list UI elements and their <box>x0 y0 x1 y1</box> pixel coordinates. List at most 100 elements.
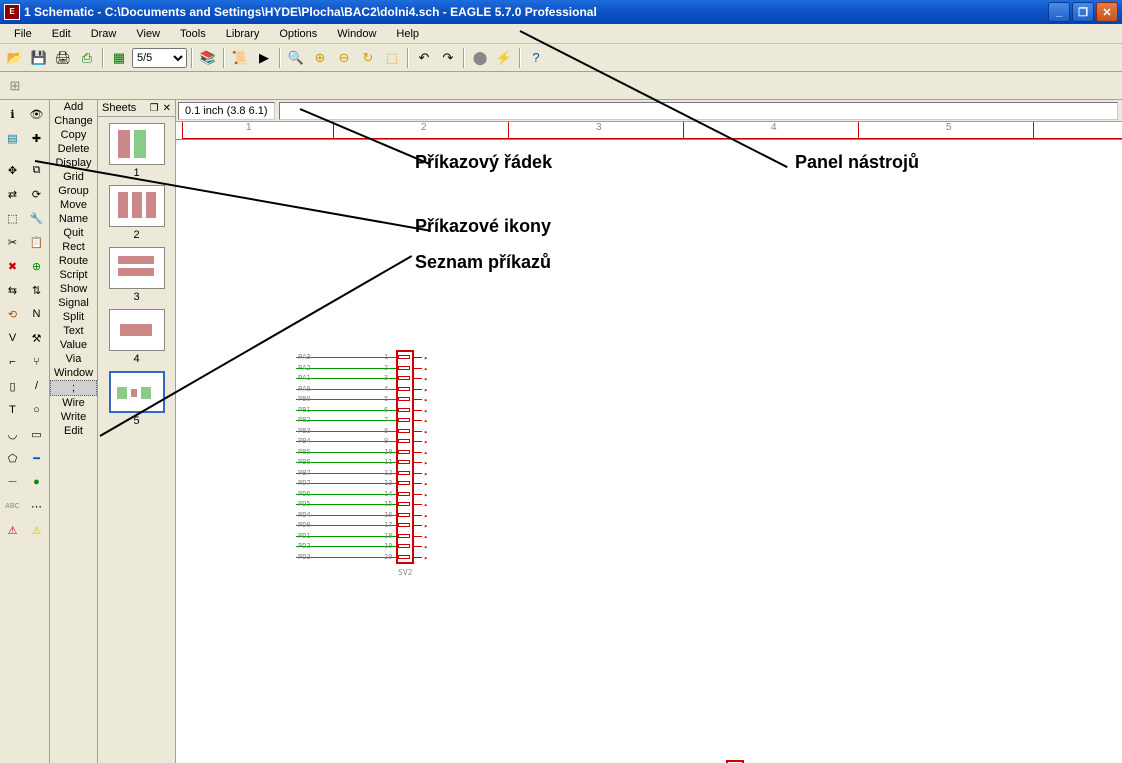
wire-icon[interactable]: / <box>26 375 48 397</box>
mirror-icon[interactable]: ⇄ <box>2 183 24 205</box>
rotate-icon[interactable]: ⟳ <box>26 183 48 205</box>
sheets-undock-icon[interactable]: ❐ <box>150 103 159 114</box>
split-icon[interactable]: ⑂ <box>26 351 48 373</box>
cmd-group[interactable]: Group <box>50 184 97 198</box>
menu-view[interactable]: View <box>126 26 170 42</box>
change-icon[interactable]: 🔧 <box>26 207 48 229</box>
sheets-close-icon[interactable]: ✕ <box>163 103 171 114</box>
info-icon[interactable]: ℹ <box>2 103 24 125</box>
cmd-change[interactable]: Change <box>50 114 97 128</box>
move-icon[interactable]: ✥ <box>2 159 24 181</box>
menu-help[interactable]: Help <box>386 26 429 42</box>
grid-toggle-icon[interactable]: ⊞ <box>4 75 26 97</box>
menu-options[interactable]: Options <box>269 26 327 42</box>
cut-icon[interactable]: ✂ <box>2 231 24 253</box>
cmd-split[interactable]: Split <box>50 310 97 324</box>
arc-icon[interactable]: ◡ <box>2 423 24 445</box>
attribute-icon[interactable]: ⋯ <box>26 495 48 517</box>
layers-icon[interactable]: ▤ <box>2 127 24 149</box>
redo-icon[interactable]: ↷ <box>437 47 459 69</box>
smash-icon[interactable]: ⚒ <box>26 327 48 349</box>
board-icon[interactable]: ▦ <box>108 47 130 69</box>
polygon-icon[interactable]: ⬠ <box>2 447 24 469</box>
main-toolbar: 📂 💾 🖨 ⎙ ▦ 5/5 📚 📜 ▶ 🔍 ⊕ ⊖ ↻ ⬚ ↶ ↷ ⬤ ⚡ ? <box>0 44 1122 72</box>
cmd-text[interactable]: Text <box>50 324 97 338</box>
delete-icon[interactable]: ✖ <box>2 255 24 277</box>
undo-icon[interactable]: ↶ <box>413 47 435 69</box>
add-icon[interactable]: ⊕ <box>26 255 48 277</box>
zoom-redraw-icon[interactable]: ↻ <box>357 47 379 69</box>
cmd-write[interactable]: Write <box>50 410 97 424</box>
miter-icon[interactable]: ⌐ <box>2 351 24 373</box>
menu-tools[interactable]: Tools <box>170 26 216 42</box>
cmd-via[interactable]: Via <box>50 352 97 366</box>
sheet-thumb-5[interactable] <box>109 371 165 413</box>
cam-icon[interactable]: ⎙ <box>76 47 98 69</box>
stop-icon[interactable]: ⬤ <box>469 47 491 69</box>
label-icon[interactable]: ABC <box>2 495 24 517</box>
replace-icon[interactable]: ⟲ <box>2 303 24 325</box>
gateswap-icon[interactable]: ⇅ <box>26 279 48 301</box>
cmd-copy[interactable]: Copy <box>50 128 97 142</box>
cmd-name[interactable]: Name <box>50 212 97 226</box>
library-icon[interactable]: 📚 <box>197 47 219 69</box>
close-button[interactable]: ✕ <box>1096 2 1118 22</box>
sheet-thumb-3[interactable] <box>109 247 165 289</box>
minimize-button[interactable]: _ <box>1048 2 1070 22</box>
pinswap-icon[interactable]: ⇆ <box>2 279 24 301</box>
zoom-in-icon[interactable]: ⊕ <box>309 47 331 69</box>
cmd-script[interactable]: Script <box>50 268 97 282</box>
cmd-value[interactable]: Value <box>50 338 97 352</box>
rect-icon[interactable]: ▭ <box>26 423 48 445</box>
cmd-quit[interactable]: Quit <box>50 226 97 240</box>
text-icon[interactable]: T <box>2 399 24 421</box>
junction-icon[interactable]: ● <box>26 471 48 493</box>
zoom-fit-icon[interactable]: 🔍 <box>285 47 307 69</box>
cmd-add[interactable]: Add <box>50 100 97 114</box>
save-icon[interactable]: 💾 <box>28 47 50 69</box>
command-line-input[interactable] <box>279 102 1118 120</box>
print-icon[interactable]: 🖨 <box>52 47 74 69</box>
bus-icon[interactable]: ━ <box>26 447 48 469</box>
errors-icon[interactable]: ⚠ <box>26 519 48 541</box>
cmd-window[interactable]: Window <box>50 366 97 380</box>
zoom-select-icon[interactable]: ⬚ <box>381 47 403 69</box>
cmd-semicolon[interactable]: ; <box>50 380 97 396</box>
value-icon[interactable]: V <box>2 327 24 349</box>
cmd-signal[interactable]: Signal <box>50 296 97 310</box>
menu-library[interactable]: Library <box>216 26 270 42</box>
cmd-delete[interactable]: Delete <box>50 142 97 156</box>
menu-window[interactable]: Window <box>327 26 386 42</box>
zoom-out-icon[interactable]: ⊖ <box>333 47 355 69</box>
sheet-thumb-4[interactable] <box>109 309 165 351</box>
menu-draw[interactable]: Draw <box>81 26 127 42</box>
name-icon[interactable]: N <box>26 303 48 325</box>
cmd-edit[interactable]: Edit <box>50 424 97 438</box>
group-icon[interactable]: ⬚ <box>2 207 24 229</box>
cmd-wire[interactable]: Wire <box>50 396 97 410</box>
paste-icon[interactable]: 📋 <box>26 231 48 253</box>
sheet-thumb-1[interactable] <box>109 123 165 165</box>
invoke-icon[interactable]: ▯ <box>2 375 24 397</box>
canvas[interactable]: 0.1 inch (3.8 6.1) 1 2 3 4 5 PA31▸PA22▸P… <box>176 100 1122 763</box>
net-icon[interactable]: ─ <box>2 471 24 493</box>
erc-icon[interactable]: ⚠ <box>2 519 24 541</box>
mark-icon[interactable]: ✚ <box>26 127 48 149</box>
go-icon[interactable]: ⚡ <box>493 47 515 69</box>
menu-file[interactable]: File <box>4 26 42 42</box>
menu-edit[interactable]: Edit <box>42 26 81 42</box>
sheet-thumb-2[interactable] <box>109 185 165 227</box>
cmd-route[interactable]: Route <box>50 254 97 268</box>
cmd-rect[interactable]: Rect <box>50 240 97 254</box>
open-icon[interactable]: 📂 <box>4 47 26 69</box>
help-icon[interactable]: ? <box>525 47 547 69</box>
run-icon[interactable]: ▶ <box>253 47 275 69</box>
show-icon[interactable]: 👁 <box>26 103 48 125</box>
cmd-show[interactable]: Show <box>50 282 97 296</box>
sheet-select[interactable]: 5/5 <box>132 48 187 68</box>
cmd-move[interactable]: Move <box>50 198 97 212</box>
circle-icon[interactable]: ○ <box>26 399 48 421</box>
cmd-grid[interactable]: Grid <box>50 170 97 184</box>
maximize-button[interactable]: ❐ <box>1072 2 1094 22</box>
script-icon[interactable]: 📜 <box>229 47 251 69</box>
